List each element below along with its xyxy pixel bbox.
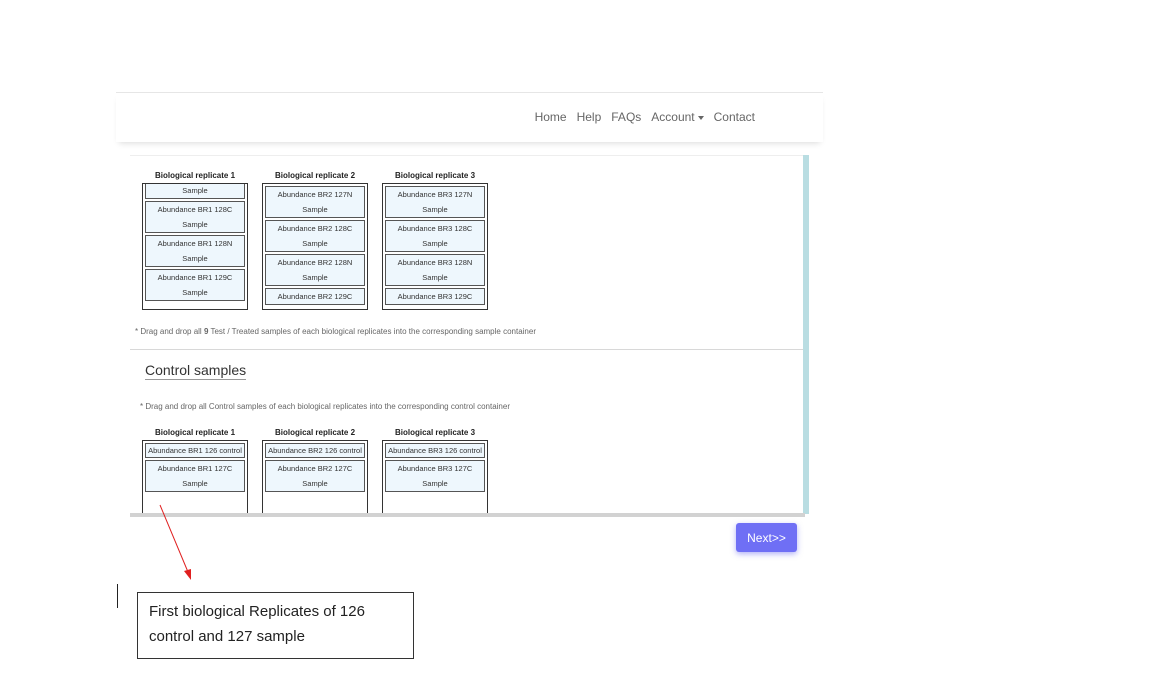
text-cursor [117, 584, 118, 608]
control-item[interactable]: Abundance BR1 126 control [145, 443, 245, 458]
sample-item[interactable]: Abundance BR3 128C Sample [385, 220, 485, 252]
nav-contact-link[interactable]: Contact [714, 110, 755, 124]
sample-item[interactable]: Abundance BR2 128C Sample [265, 220, 365, 252]
sample-item[interactable]: Abundance BR2 127C Sample [265, 460, 365, 492]
nav-home-link[interactable]: Home [535, 110, 567, 124]
test-samples-note: * Drag and drop all 9 Test / Treated sam… [135, 327, 536, 336]
control-container[interactable]: Abundance BR3 126 control Abundance BR3 … [382, 440, 488, 514]
test-group-br1: Biological replicate 1 Abundance BR1 127… [142, 171, 248, 310]
sample-item[interactable]: Abundance BR3 127N Sample [385, 186, 485, 218]
navbar: Home Help FAQs Account Contact [116, 92, 823, 142]
nav-account-label: Account [651, 110, 695, 124]
sample-item[interactable]: Abundance BR1 128N Sample [145, 235, 245, 267]
vertical-scrollbar[interactable] [803, 155, 809, 514]
sample-container[interactable]: Abundance BR3 127N Sample Abundance BR3 … [382, 183, 488, 310]
horizontal-scrollbar[interactable] [130, 513, 805, 517]
test-sample-groups: Biological replicate 1 Abundance BR1 127… [142, 171, 488, 310]
control-samples-title: Control samples [145, 362, 247, 380]
control-container[interactable]: Abundance BR2 126 control Abundance BR2 … [262, 440, 368, 514]
sample-item[interactable]: Abundance BR2 127N Sample [265, 186, 365, 218]
group-title: Biological replicate 1 [154, 428, 236, 437]
nav-faqs-link[interactable]: FAQs [611, 110, 641, 124]
note-prefix: * Drag and drop all [135, 327, 204, 336]
note-suffix: Test / Treated samples of each biologica… [208, 327, 536, 336]
control-item[interactable]: Abundance BR2 126 control [265, 443, 365, 458]
annotation-callout: First biological Replicates of 126 contr… [137, 592, 414, 659]
nav-account-dropdown[interactable]: Account [651, 110, 704, 124]
sample-item[interactable]: Abundance BR2 129C [265, 288, 365, 305]
test-group-br3: Biological replicate 3 Abundance BR3 127… [382, 171, 488, 310]
sample-item[interactable]: Abundance BR1 127C Sample [145, 460, 245, 492]
group-title: Biological replicate 1 [154, 171, 236, 180]
samples-panel: Biological replicate 1 Abundance BR1 127… [130, 155, 807, 514]
control-group-br2: Biological replicate 2 Abundance BR2 126… [262, 428, 368, 514]
sample-container[interactable]: Abundance BR1 127N Sample Abundance BR1 … [142, 183, 248, 310]
group-title: Biological replicate 2 [274, 428, 356, 437]
sample-item[interactable]: Abundance BR1 129C Sample [145, 269, 245, 301]
control-group-br3: Biological replicate 3 Abundance BR3 126… [382, 428, 488, 514]
annotation-arrow-icon [159, 504, 191, 580]
group-title: Biological replicate 3 [394, 428, 476, 437]
caret-down-icon [697, 115, 704, 120]
test-group-br2: Biological replicate 2 Abundance BR2 127… [262, 171, 368, 310]
sample-item[interactable]: Abundance BR3 128N Sample [385, 254, 485, 286]
nav-menu: Home Help FAQs Account Contact [535, 110, 755, 124]
sample-container[interactable]: Abundance BR2 127N Sample Abundance BR2 … [262, 183, 368, 310]
group-title: Biological replicate 3 [394, 171, 476, 180]
sample-item[interactable]: Abundance BR3 129C [385, 288, 485, 305]
sample-item[interactable]: Abundance BR1 127N Sample [145, 184, 245, 199]
sample-item[interactable]: Abundance BR3 127C Sample [385, 460, 485, 492]
nav-help-link[interactable]: Help [577, 110, 602, 124]
next-button[interactable]: Next>> [736, 523, 797, 552]
sample-item[interactable]: Abundance BR1 128C Sample [145, 201, 245, 233]
control-samples-note: * Drag and drop all Control samples of e… [140, 402, 510, 411]
sample-item[interactable]: Abundance BR2 128N Sample [265, 254, 365, 286]
control-item[interactable]: Abundance BR3 126 control [385, 443, 485, 458]
group-title: Biological replicate 2 [274, 171, 356, 180]
section-divider [130, 349, 807, 350]
